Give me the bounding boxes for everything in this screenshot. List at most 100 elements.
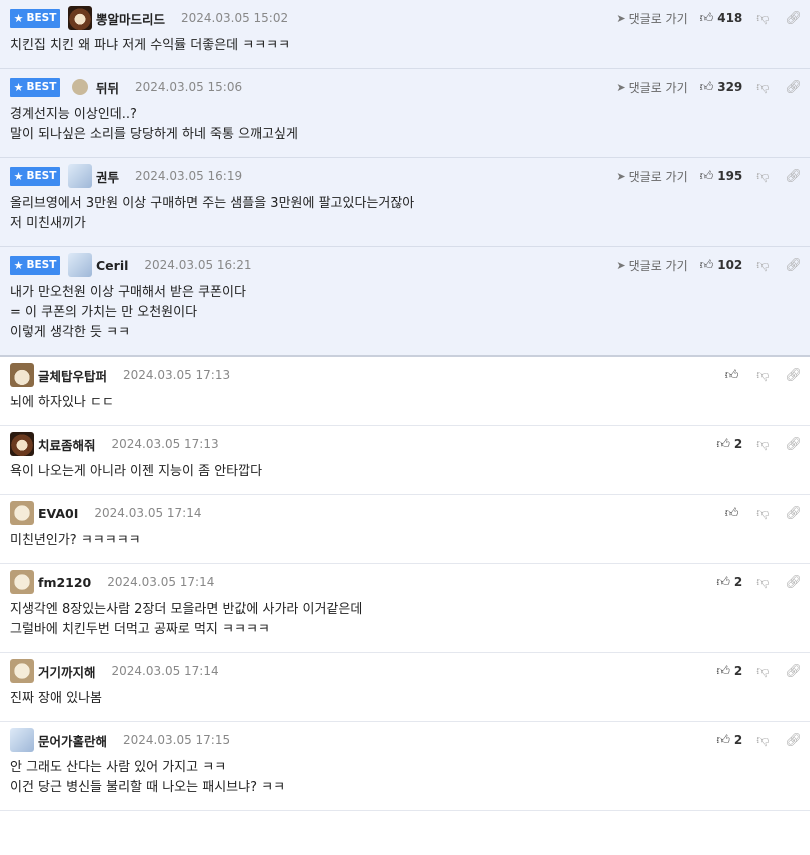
link-icon[interactable]: 🔗︎: [785, 664, 802, 679]
nickname[interactable]: 뽕알마드리드: [96, 9, 165, 28]
thumbs-down-icon[interactable]: 👎︎: [756, 664, 769, 679]
link-icon[interactable]: 🔗︎: [785, 80, 802, 95]
timestamp: 2024.03.05 15:02: [181, 11, 289, 25]
nickname[interactable]: 글체탑우탑퍼: [38, 366, 107, 385]
comment-tools: ➤ 댓글로 가기 👍︎ 102 👎︎ 🔗︎: [616, 247, 802, 283]
upvote-button[interactable]: 👍︎ 2: [716, 437, 742, 452]
comment-header: 글체탑우탑퍼 2024.03.05 17:13: [10, 357, 800, 393]
comment-header: 문어가홀란해 2024.03.05 17:15: [10, 722, 800, 758]
nickname[interactable]: fm2120: [38, 575, 91, 590]
nickname[interactable]: 거기까지해: [38, 662, 96, 681]
star-icon: ★: [13, 258, 24, 272]
nickname[interactable]: 치료좀해줘: [38, 435, 96, 454]
thumbs-down-icon[interactable]: 👎︎: [756, 11, 769, 26]
comment-tools: ➤ 댓글로 가기 👍︎ 195 👎︎ 🔗︎: [616, 158, 802, 194]
star-icon: ★: [13, 169, 24, 183]
upvote-button[interactable]: 👍︎ 102: [700, 258, 743, 273]
thumbs-down-icon[interactable]: 👎︎: [756, 80, 769, 95]
best-badge: ★ BEST: [10, 77, 60, 97]
comment-body: 진짜 장애 있나봄: [10, 689, 800, 721]
comment-tools: 👍︎ 2 👎︎ 🔗︎: [716, 564, 802, 600]
comment-list: ★ BEST 뽕알마드리드 2024.03.05 15:02 ➤ 댓글로 가기 👍︎ 418 👎…: [0, 0, 810, 811]
comment-line: 올리브영에서 3만원 이상 구매하면 주는 샘플을 3만원에 팔고있다는거잖아: [10, 196, 415, 211]
avatar[interactable]: [10, 501, 34, 525]
upvote-button[interactable]: 👍︎ 418: [700, 11, 743, 26]
avatar[interactable]: [72, 79, 88, 95]
thumbs-down-icon[interactable]: 👎︎: [756, 169, 769, 184]
comment-line: 치킨집 치킨 왜 파냐 저게 수익률 더좋은데 ㅋㅋㅋㅋ: [10, 38, 291, 53]
link-icon[interactable]: 🔗︎: [785, 437, 802, 452]
comment-header: 거기까지해 2024.03.05 17:14: [10, 653, 800, 689]
nickname[interactable]: 뒤뒤: [96, 78, 119, 97]
upvote-button[interactable]: 👍︎ 329: [700, 80, 743, 95]
link-icon[interactable]: 🔗︎: [785, 733, 802, 748]
avatar[interactable]: [10, 363, 34, 387]
thumbs-down-icon[interactable]: 👎︎: [756, 733, 769, 748]
upvote-count: 195: [717, 169, 743, 183]
link-icon[interactable]: 🔗︎: [785, 575, 802, 590]
nickname[interactable]: EVA0I: [38, 506, 78, 521]
best-badge: ★ BEST: [10, 8, 60, 28]
nickname[interactable]: 권투: [96, 167, 119, 186]
link-icon[interactable]: 🔗︎: [785, 11, 802, 26]
avatar[interactable]: [10, 659, 34, 683]
star-icon: ★: [13, 80, 24, 94]
comment-body: 미친년인가? ㅋㅋㅋㅋㅋ: [10, 531, 800, 563]
upvote-count: 2: [733, 664, 743, 678]
comment-tools: 👍︎ 2 👎︎ 🔗︎: [716, 426, 802, 462]
timestamp: 2024.03.05 16:19: [135, 169, 243, 183]
upvote-button[interactable]: 👍︎ 2: [716, 733, 742, 748]
thumbs-up-icon: 👍︎: [724, 505, 739, 521]
comment-body: 치킨집 치킨 왜 파냐 저게 수익률 더좋은데 ㅋㅋㅋㅋ: [10, 36, 800, 68]
comment-body: 경계선지능 이상인데..? 말이 되나싶은 소리를 당당하게 하네 죽통 으깨고싶…: [10, 105, 800, 157]
upvote-button[interactable]: 👍︎: [725, 368, 743, 383]
comment-header: 치료좀해줘 2024.03.05 17:13: [10, 426, 800, 462]
avatar[interactable]: [68, 164, 92, 188]
comment-line: 욕이 나오는게 아니라 이젠 지능이 좀 안타깝다: [10, 464, 263, 479]
goto-comment-link[interactable]: ➤ 댓글로 가기: [616, 10, 687, 27]
best-badge: ★ BEST: [10, 255, 60, 275]
comment-body: 내가 만오천원 이상 구매해서 받은 쿠폰이다 = 이 쿠폰의 가치는 만 오천원…: [10, 283, 800, 355]
timestamp: 2024.03.05 16:21: [144, 258, 252, 272]
comment-line: 안 그래도 산다는 사람 있어 가지고 ㅋㅋ: [10, 760, 227, 775]
link-icon[interactable]: 🔗︎: [785, 506, 802, 521]
best-comment: ★ BEST 권투 2024.03.05 16:19 ➤ 댓글로 가기 👍︎ 195 👎︎ 🔗︎ 올…: [0, 158, 810, 247]
avatar[interactable]: [68, 253, 92, 277]
upvote-button[interactable]: 👍︎ 195: [700, 169, 743, 184]
thumbs-down-icon[interactable]: 👎︎: [756, 437, 769, 452]
link-icon[interactable]: 🔗︎: [785, 258, 802, 273]
timestamp: 2024.03.05 17:14: [94, 506, 202, 520]
timestamp: 2024.03.05 17:13: [111, 437, 219, 451]
thumbs-down-icon[interactable]: 👎︎: [756, 368, 769, 383]
nickname[interactable]: 문어가홀란해: [38, 731, 107, 750]
comment: 문어가홀란해 2024.03.05 17:15 👍︎ 2 👎︎ 🔗︎ 안 그래도 산다는 사…: [0, 722, 810, 811]
link-icon[interactable]: 🔗︎: [785, 368, 802, 383]
goto-comment-link[interactable]: ➤ 댓글로 가기: [616, 168, 687, 185]
comment-line: 이건 당근 병신들 불리할 때 나오는 패시브냐? ㅋㅋ: [10, 780, 286, 795]
thumbs-up-icon: 👍︎: [716, 574, 730, 590]
avatar[interactable]: [10, 728, 34, 752]
link-icon[interactable]: 🔗︎: [785, 169, 802, 184]
comment-body: 지생각엔 8장있는사람 2장더 모을라면 반값에 사가라 이거같은데 그럴바에 치…: [10, 600, 800, 652]
avatar[interactable]: [10, 432, 34, 456]
star-icon: ★: [13, 11, 24, 25]
timestamp: 2024.03.05 17:15: [123, 733, 231, 747]
upvote-button[interactable]: 👍︎: [725, 506, 743, 521]
thumbs-up-icon: 👍︎: [699, 10, 714, 26]
upvote-count: 102: [717, 258, 743, 272]
best-badge: ★ BEST: [10, 166, 60, 186]
avatar[interactable]: [68, 6, 92, 30]
best-comment: ★ BEST 뽕알마드리드 2024.03.05 15:02 ➤ 댓글로 가기 👍︎ 418 👎…: [0, 0, 810, 69]
nickname[interactable]: Ceril: [96, 258, 128, 273]
upvote-button[interactable]: 👍︎ 2: [716, 575, 742, 590]
thumbs-down-icon[interactable]: 👎︎: [756, 575, 769, 590]
upvote-button[interactable]: 👍︎ 2: [716, 664, 742, 679]
avatar[interactable]: [10, 570, 34, 594]
thumbs-down-icon[interactable]: 👎︎: [756, 506, 769, 521]
thumbs-up-icon: 👍︎: [724, 367, 739, 383]
goto-comment-link[interactable]: ➤ 댓글로 가기: [616, 257, 687, 274]
goto-comment-link[interactable]: ➤ 댓글로 가기: [616, 79, 687, 96]
comment-line: 경계선지능 이상인데..?: [10, 107, 137, 122]
thumbs-down-icon[interactable]: 👎︎: [756, 258, 769, 273]
upvote-count: 418: [717, 11, 743, 25]
